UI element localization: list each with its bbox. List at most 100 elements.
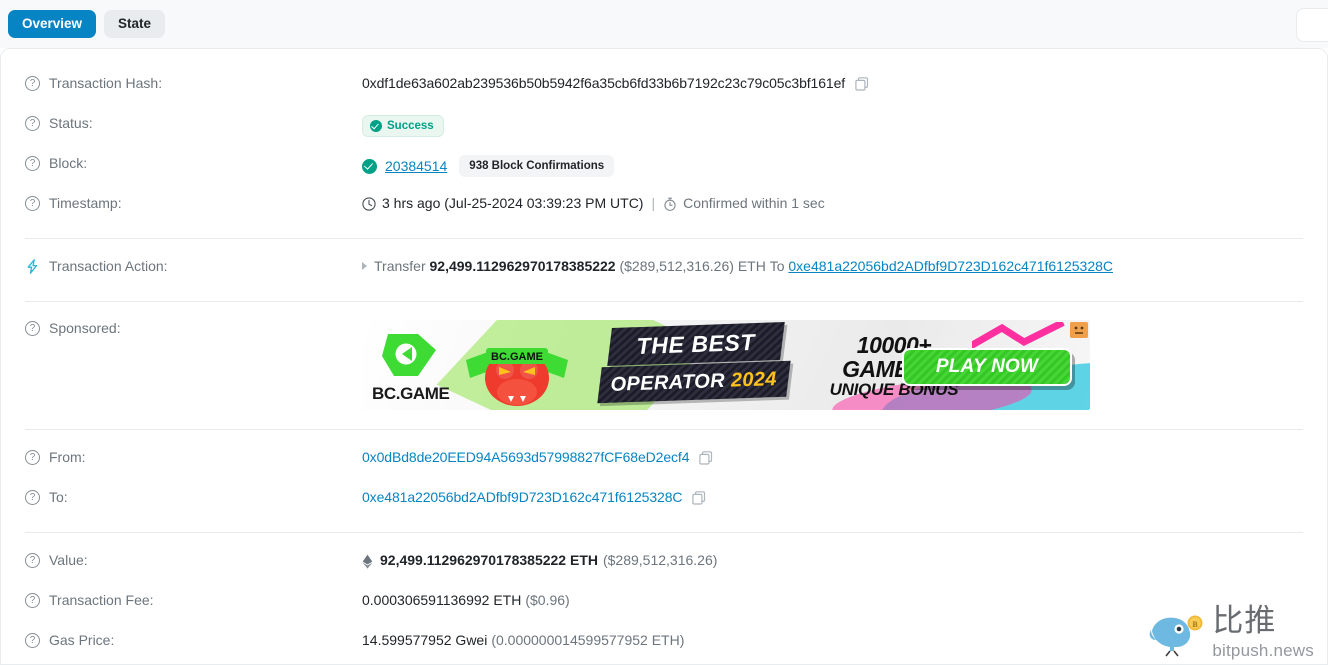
fee-eth-text: 0.000306591136992 ETH [362, 592, 522, 608]
action-currency: ETH [737, 258, 766, 274]
watermark-en: bitpush.news [1212, 641, 1314, 660]
help-icon[interactable]: ? [25, 632, 40, 648]
ad-cta-text: PLAY NOW [935, 356, 1039, 377]
tab-state[interactable]: State [104, 10, 166, 38]
ad-mascot-icon: BC.GAME [458, 326, 576, 410]
row-sponsored: ? Sponsored: BC.GAME BC.GAME THE BEST OP… [25, 313, 1303, 418]
value-sponsored: BC.GAME BC.GAME THE BEST OPERATOR 2024 1… [362, 319, 1303, 410]
label-status: ? Status: [25, 114, 362, 131]
divider [25, 429, 1303, 430]
label-gas-price: ? Gas Price: [25, 631, 362, 648]
help-icon[interactable]: ? [25, 155, 40, 171]
expand-triangle-icon[interactable] [362, 262, 367, 270]
label-transaction-hash: ? Transaction Hash: [25, 74, 362, 91]
label-value: ? Value: [25, 551, 362, 568]
label-text: From: [49, 449, 86, 465]
row-status: ? Status: Success [25, 107, 1303, 147]
value-status: Success [362, 114, 1303, 137]
divider [25, 532, 1303, 533]
help-icon[interactable]: ? [25, 449, 40, 465]
value-eth-text: 92,499.112962970178385222 ETH [380, 552, 598, 568]
action-to-address-link[interactable]: 0xe481a22056bd2ADfbf9D723D162c471f612532… [788, 258, 1113, 274]
help-icon[interactable]: ? [25, 115, 40, 131]
sponsored-ad-banner[interactable]: BC.GAME BC.GAME THE BEST OPERATOR 2024 1… [362, 320, 1090, 410]
timestamp-text: 3 hrs ago (Jul-25-2024 03:39:23 PM UTC) [382, 195, 644, 211]
value-usd-text: ($289,512,316.26) [602, 552, 718, 568]
clock-icon [362, 197, 376, 211]
label-text: Value: [49, 552, 88, 568]
watermark-cn: 比推 [1212, 603, 1277, 639]
divider [25, 238, 1303, 239]
tab-bar: Overview State [0, 0, 1328, 48]
label-text: Gas Price: [49, 632, 115, 648]
row-transaction-fee: ? Transaction Fee: 0.000306591136992 ETH… [25, 584, 1303, 624]
action-to-word: To [769, 258, 785, 274]
row-transaction-hash: ? Transaction Hash: 0xdf1de63a602ab23953… [25, 67, 1303, 107]
label-text: Transaction Fee: [49, 592, 154, 608]
ad-play-now-button[interactable]: PLAY NOW [902, 348, 1072, 386]
row-value: ? Value: 92,499.112962970178385222 ETH (… [25, 544, 1303, 584]
label-text: Status: [49, 115, 93, 131]
action-amount: 92,499.112962970178385222 [429, 258, 616, 274]
ethereum-icon [362, 554, 373, 569]
row-timestamp: ? Timestamp: 3 hrs ago (Jul-25-2024 03:3… [25, 187, 1303, 227]
ad-headline-operator: OPERATOR [610, 369, 726, 396]
ad-headline-year: 2024 [730, 367, 778, 392]
label-from: ? From: [25, 448, 362, 465]
action-verb: Transfer [374, 258, 426, 274]
value-to: 0xe481a22056bd2ADfbf9D723D162c471f612532… [362, 488, 1303, 505]
check-circle-icon [362, 158, 377, 174]
help-icon[interactable]: ? [25, 489, 40, 505]
help-icon[interactable]: ? [25, 552, 40, 568]
tab-overview[interactable]: Overview [8, 10, 97, 38]
label-text: Block: [49, 155, 88, 171]
ad-headline-best-block: THE BEST [607, 322, 785, 366]
row-from: ? From: 0x0dBd8de20EED94A5693d57998827fC… [25, 441, 1303, 481]
ad-close-badge-icon[interactable] [1070, 322, 1088, 338]
label-timestamp: ? Timestamp: [25, 194, 362, 211]
label-block: ? Block: [25, 154, 362, 171]
label-transaction-fee: ? Transaction Fee: [25, 591, 362, 608]
help-icon[interactable]: ? [25, 592, 40, 608]
label-text: Sponsored: [49, 320, 121, 336]
label-to: ? To: [25, 488, 362, 505]
lightning-bolt-icon [25, 258, 40, 274]
svg-text:BC.GAME: BC.GAME [491, 351, 543, 363]
value-amount: 92,499.112962970178385222 ETH ($289,512,… [362, 551, 1303, 569]
transaction-hash-text: 0xdf1de63a602ab239536b50b5942f6a35cb6fd3… [362, 75, 846, 91]
help-icon[interactable]: ? [25, 320, 40, 336]
status-badge: Success [362, 115, 444, 137]
block-number-link[interactable]: 20384514 [385, 158, 447, 174]
action-usd: ($289,512,316.26) [619, 258, 734, 274]
row-transaction-action: Transaction Action: Transfer 92,499.1129… [25, 250, 1303, 290]
label-text: Transaction Hash: [49, 75, 163, 91]
help-icon[interactable]: ? [25, 75, 40, 91]
transaction-details-card: ? Transaction Hash: 0xdf1de63a602ab23953… [0, 48, 1328, 665]
value-timestamp: 3 hrs ago (Jul-25-2024 03:39:23 PM UTC) … [362, 194, 1303, 211]
help-icon[interactable]: ? [25, 195, 40, 211]
copy-icon[interactable] [855, 77, 869, 91]
top-right-button[interactable] [1296, 8, 1328, 42]
to-address-link[interactable]: 0xe481a22056bd2ADfbf9D723D162c471f612532… [362, 489, 683, 505]
ad-brand-text: BC.GAME [372, 384, 450, 403]
timestamp-separator: | [651, 195, 656, 211]
ad-headline-best: THE BEST [636, 328, 756, 359]
label-text: Transaction Action: [49, 258, 168, 274]
fee-usd-text: ($0.96) [525, 592, 570, 608]
divider [25, 301, 1303, 302]
label-sponsored: ? Sponsored: [25, 319, 362, 336]
row-gas-price: ? Gas Price: 14.599577952 Gwei (0.000000… [25, 624, 1303, 664]
block-confirmations-badge: 938 Block Confirmations [459, 155, 615, 177]
value-transaction-hash: 0xdf1de63a602ab239536b50b5942f6a35cb6fd3… [362, 74, 1303, 91]
label-text: Timestamp: [49, 195, 122, 211]
gas-gwei-text: 14.599577952 Gwei [362, 632, 488, 648]
label-text: To: [49, 489, 68, 505]
check-circle-icon [370, 120, 382, 132]
copy-icon[interactable] [699, 451, 713, 465]
from-address-link[interactable]: 0x0dBd8de20EED94A5693d57998827fCF68eD2ec… [362, 449, 690, 465]
svg-text:B: B [1193, 620, 1199, 629]
watermark-text: 比推 bitpush.news [1212, 603, 1314, 660]
value-block: 20384514 938 Block Confirmations [362, 154, 1303, 177]
copy-icon[interactable] [692, 491, 706, 505]
row-block: ? Block: 20384514 938 Block Confirmation… [25, 147, 1303, 187]
